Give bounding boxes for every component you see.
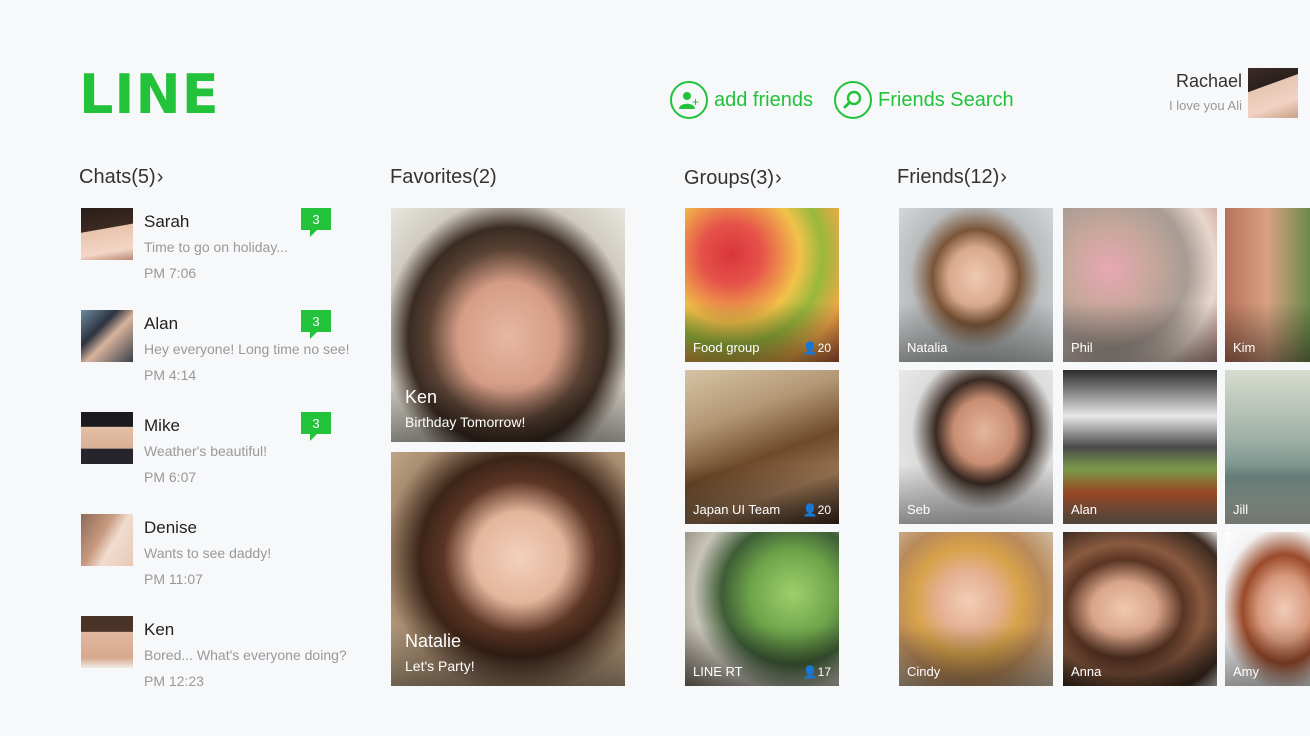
friend-name: Cindy — [907, 664, 941, 679]
chat-time: PM 4:14 — [144, 367, 197, 383]
favorite-tile-natalie[interactable]: Natalie Let's Party! — [391, 452, 625, 686]
favorites-title-label: Favorites(2) — [390, 166, 497, 188]
friends-search-button[interactable]: Friends Search — [834, 81, 1014, 119]
group-name: Japan UI Team — [693, 502, 781, 517]
friends-section-title[interactable]: Friends(12) › — [897, 166, 1007, 189]
chat-item-alan[interactable]: Alan Hey everyone! Long time no see! PM … — [81, 310, 351, 400]
avatar — [81, 514, 133, 566]
favorites-section-title: Favorites(2) — [390, 166, 497, 189]
unread-badge: 3 — [301, 412, 331, 441]
chat-message: Hey everyone! Long time no see! — [144, 341, 350, 357]
groups-section-title[interactable]: Groups(3) › — [684, 167, 782, 190]
group-tile-line-rt[interactable]: LINE RT 👤17 — [685, 532, 839, 686]
search-icon — [834, 81, 872, 119]
favorite-status: Let's Party! — [405, 658, 475, 674]
member-count: 👤17 — [803, 665, 831, 679]
friend-tile-seb[interactable]: Seb — [899, 370, 1053, 524]
add-friends-label: add friends — [714, 88, 813, 111]
chat-name: Mike — [144, 416, 180, 435]
friend-tile-jill[interactable]: Jill — [1225, 370, 1310, 524]
favorite-tile-ken[interactable]: Ken Birthday Tomorrow! — [391, 208, 625, 442]
member-count: 👤20 — [803, 503, 831, 517]
friend-name: Alan — [1071, 502, 1098, 517]
groups-title-label: Groups(3) — [684, 167, 775, 189]
member-count-value: 20 — [817, 341, 831, 355]
friend-name: Anna — [1071, 664, 1102, 679]
chat-name: Alan — [144, 314, 179, 333]
favorite-name: Natalie — [405, 631, 462, 651]
friend-tile-alan[interactable]: Alan — [1063, 370, 1217, 524]
group-tile-food[interactable]: Food group 👤20 — [685, 208, 839, 362]
favorite-name: Ken — [405, 387, 438, 407]
avatar — [81, 412, 133, 464]
add-friends-button[interactable]: add friends — [670, 81, 813, 119]
user-status: I love you Ali — [1169, 98, 1242, 113]
chat-message: Time to go on holiday... — [144, 239, 288, 255]
friend-name: Seb — [907, 502, 931, 517]
chats-title-label: Chats(5) — [79, 166, 156, 188]
chats-section-title[interactable]: Chats(5) › — [79, 166, 163, 189]
friend-tile-natalia[interactable]: Natalia — [899, 208, 1053, 362]
chat-time: PM 6:07 — [144, 469, 197, 485]
unread-badge: 3 — [301, 310, 331, 339]
chat-time: PM 7:06 — [144, 265, 197, 281]
chat-item-ken[interactable]: Ken Bored... What's everyone doing? PM 1… — [81, 616, 351, 706]
avatar — [81, 616, 133, 668]
user-profile[interactable]: Rachael I love you Ali — [1169, 68, 1298, 118]
chat-message: Wants to see daddy! — [144, 545, 272, 561]
chat-message: Bored... What's everyone doing? — [144, 647, 347, 663]
friend-name: Natalia — [907, 340, 948, 355]
unread-badge: 3 — [301, 208, 331, 237]
friend-name: Phil — [1071, 340, 1093, 355]
friend-name: Amy — [1233, 664, 1259, 679]
chat-item-sarah[interactable]: Sarah Time to go on holiday... PM 7:06 3 — [81, 208, 351, 298]
user-name: Rachael — [1175, 71, 1242, 91]
add-user-icon — [670, 81, 708, 119]
avatar — [81, 310, 133, 362]
person-icon: 👤 — [802, 503, 818, 517]
chevron-right-icon: › — [775, 167, 782, 189]
line-logo: LINE — [79, 63, 220, 126]
member-count-value: 20 — [817, 503, 831, 517]
chat-item-mike[interactable]: Mike Weather's beautiful! PM 6:07 3 — [81, 412, 351, 502]
friends-search-label: Friends Search — [878, 88, 1014, 111]
chat-time: PM 12:23 — [144, 673, 204, 689]
member-count-value: 17 — [817, 665, 831, 679]
avatar — [81, 208, 133, 260]
line-app: LINE add friends Friends Search Rachael — [0, 0, 1310, 736]
friend-tile-cindy[interactable]: Cindy — [899, 532, 1053, 686]
person-icon: 👤 — [802, 341, 818, 355]
group-name: LINE RT — [693, 664, 743, 679]
chevron-right-icon: › — [156, 166, 164, 188]
chevron-right-icon: › — [1000, 166, 1007, 188]
friend-tile-amy[interactable]: Amy — [1225, 532, 1310, 686]
chat-name: Denise — [144, 518, 197, 537]
favorite-status: Birthday Tomorrow! — [405, 414, 526, 430]
chat-message: Weather's beautiful! — [144, 443, 268, 459]
person-icon: 👤 — [802, 665, 818, 679]
friend-name: Kim — [1233, 340, 1256, 355]
friends-title-label: Friends(12) — [897, 166, 1000, 188]
chat-time: PM 11:07 — [144, 571, 203, 587]
group-tile-japan-ui[interactable]: Japan UI Team 👤20 — [685, 370, 839, 524]
chat-item-denise[interactable]: Denise Wants to see daddy! PM 11:07 — [81, 514, 351, 604]
chat-name: Ken — [144, 620, 175, 639]
friend-tile-phil[interactable]: Phil — [1063, 208, 1217, 362]
friend-tile-anna[interactable]: Anna — [1063, 532, 1217, 686]
friend-name: Jill — [1233, 502, 1249, 517]
member-count: 👤20 — [803, 341, 831, 355]
user-avatar[interactable] — [1248, 68, 1298, 118]
friend-tile-kim[interactable]: Kim — [1225, 208, 1310, 362]
group-name: Food group — [693, 340, 760, 355]
chat-name: Sarah — [144, 212, 190, 231]
